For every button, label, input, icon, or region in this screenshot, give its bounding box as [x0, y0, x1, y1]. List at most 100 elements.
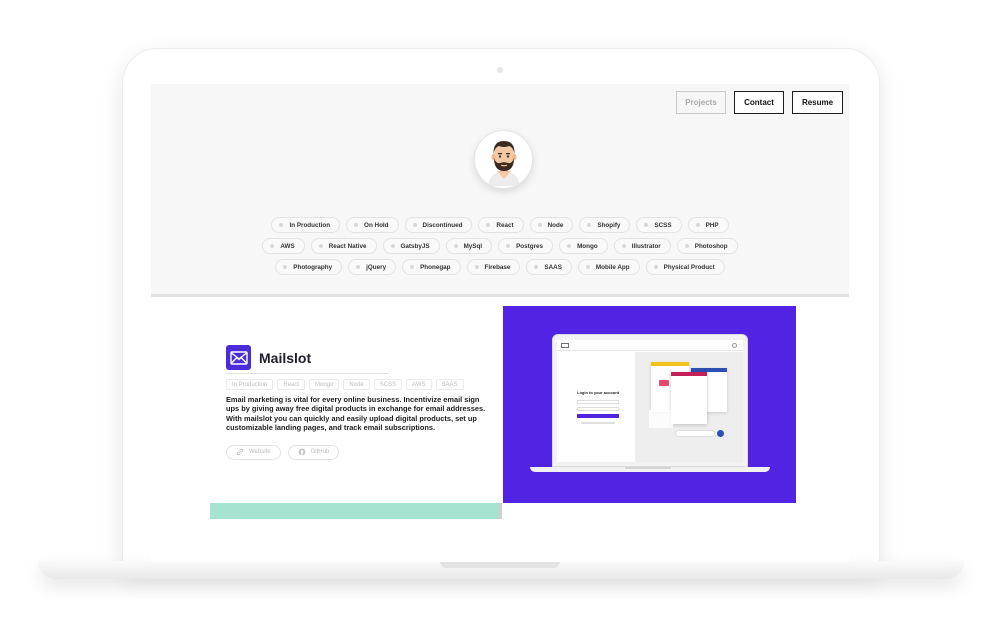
laptop-base-notch — [440, 561, 560, 568]
tag-dot — [410, 265, 415, 269]
github-link-button[interactable]: GitHub — [287, 444, 340, 460]
nav-resume-button[interactable]: Resume — [792, 91, 843, 114]
avatar — [474, 130, 533, 189]
tag-dot — [356, 265, 361, 269]
tag-label: SAAS — [544, 263, 562, 271]
tag-dot — [474, 265, 479, 269]
tag-filter[interactable]: Firebase — [466, 259, 521, 275]
project-showcase-image: Login to your account — [503, 306, 796, 503]
tag-label: AWS — [280, 242, 295, 250]
tag-filter-list: In Production On Hold Discontinued React… — [151, 217, 849, 280]
tag-dot — [270, 244, 275, 248]
tag-dot — [412, 223, 417, 227]
tag-filter[interactable]: MySql — [445, 238, 493, 254]
tag-filter[interactable]: Mongo — [559, 238, 608, 254]
tag-filter[interactable]: React Native — [310, 238, 377, 254]
tag-dot — [653, 265, 658, 269]
tag-label: React — [496, 221, 514, 229]
tag-label: Mongo — [577, 242, 598, 250]
tag-filter[interactable]: React — [478, 217, 524, 233]
tag-dot — [486, 223, 491, 227]
tag-label: PHP — [705, 221, 719, 229]
tag-label: Photography — [293, 263, 333, 271]
project-tag: React — [277, 379, 306, 390]
project-links: Website GitHub — [226, 444, 496, 460]
tag-dot — [567, 244, 572, 248]
nav-projects-button[interactable]: Projects — [676, 91, 726, 114]
tag-label: In Production — [289, 221, 331, 229]
tag-label: Illustrator — [631, 242, 661, 250]
website-link-label: Website — [249, 449, 271, 456]
tag-dot — [453, 244, 458, 248]
tag-dot — [279, 223, 284, 227]
tag-dot — [318, 244, 323, 248]
project-tags: In Production React Mongo Node SCSS AWS … — [226, 379, 496, 390]
mockup-laptop-notch — [625, 467, 671, 469]
tag-dot — [506, 244, 511, 248]
tag-row: AWS React Native GatsbyJS MySql Postgres… — [151, 238, 849, 254]
mockup-preview-panel — [635, 352, 743, 462]
tag-dot — [587, 223, 592, 227]
project-info: Mailslot In Production React Mongo Node … — [226, 345, 496, 460]
tag-label: GatsbyJS — [400, 242, 430, 250]
tag-dot — [621, 244, 626, 248]
tag-filter[interactable]: Phonegap — [402, 259, 461, 275]
tag-filter[interactable]: Mobile App — [577, 259, 640, 275]
camera-dot — [497, 67, 503, 73]
project-tag: SCSS — [373, 379, 403, 390]
link-icon — [236, 448, 244, 456]
github-link-label: GitHub — [310, 449, 330, 456]
tag-label: On Hold — [364, 221, 389, 229]
project-tag: In Production — [226, 379, 274, 390]
tag-filter[interactable]: SAAS — [526, 259, 572, 275]
tag-label: Discontinued — [422, 221, 463, 229]
tag-filter[interactable]: Photoshop — [676, 238, 738, 254]
tag-filter[interactable]: Discontinued — [404, 217, 473, 233]
tag-filter[interactable]: Photography — [275, 259, 343, 275]
tag-filter[interactable]: PHP — [687, 217, 729, 233]
tag-filter[interactable]: Node — [529, 217, 574, 233]
tag-filter[interactable]: Postgres — [498, 238, 554, 254]
tag-filter[interactable]: Shopify — [579, 217, 631, 233]
tag-filter[interactable]: In Production — [271, 217, 341, 233]
project-tag: Mongo — [309, 379, 340, 390]
project-description: Email marketing is vital for every onlin… — [226, 395, 486, 433]
tag-label: Firebase — [484, 263, 511, 271]
project-header: Mailslot — [226, 345, 496, 370]
tag-label: Photoshop — [694, 242, 728, 250]
tag-row: In Production On Hold Discontinued React… — [151, 217, 849, 233]
tag-label: Postgres — [516, 242, 544, 250]
project-tag: Node — [343, 379, 370, 390]
website-link-button[interactable]: Website — [226, 444, 281, 460]
accent-bar — [210, 503, 502, 519]
project-card-mailslot: Mailslot In Production React Mongo Node … — [210, 306, 796, 519]
mockup-screen: Login to your account — [557, 340, 743, 462]
tag-label: Shopify — [597, 221, 621, 229]
project-tag: SAAS — [435, 379, 464, 390]
divider — [226, 373, 388, 374]
tag-filter[interactable]: On Hold — [346, 217, 399, 233]
tag-row: Photography jQuery Phonegap Firebase SAA… — [151, 259, 849, 275]
mockup-laptop: Login to your account — [552, 334, 748, 467]
tag-label: Mobile App — [595, 263, 630, 271]
tag-label: Physical Product — [663, 263, 715, 271]
tag-label: SCSS — [654, 221, 672, 229]
tag-dot — [537, 223, 542, 227]
mockup-logo-icon — [561, 343, 569, 348]
tag-label: jQuery — [366, 263, 387, 271]
tag-filter[interactable]: AWS — [262, 238, 305, 254]
tag-filter[interactable]: Physical Product — [645, 259, 725, 275]
tag-filter[interactable]: GatsbyJS — [382, 238, 440, 254]
github-icon — [298, 448, 305, 456]
top-nav: Projects Contact Resume — [676, 91, 843, 114]
nav-contact-button[interactable]: Contact — [734, 91, 784, 114]
project-title: Mailslot — [259, 349, 312, 366]
project-tag: AWS — [406, 379, 432, 390]
tag-filter[interactable]: Illustrator — [613, 238, 671, 254]
tag-label: Node — [547, 221, 564, 229]
tag-filter[interactable]: SCSS — [636, 217, 682, 233]
tag-dot — [534, 265, 539, 269]
tag-filter[interactable]: jQuery — [348, 259, 397, 275]
envelope-icon — [226, 345, 251, 370]
bearded-man-avatar-icon — [487, 140, 520, 186]
